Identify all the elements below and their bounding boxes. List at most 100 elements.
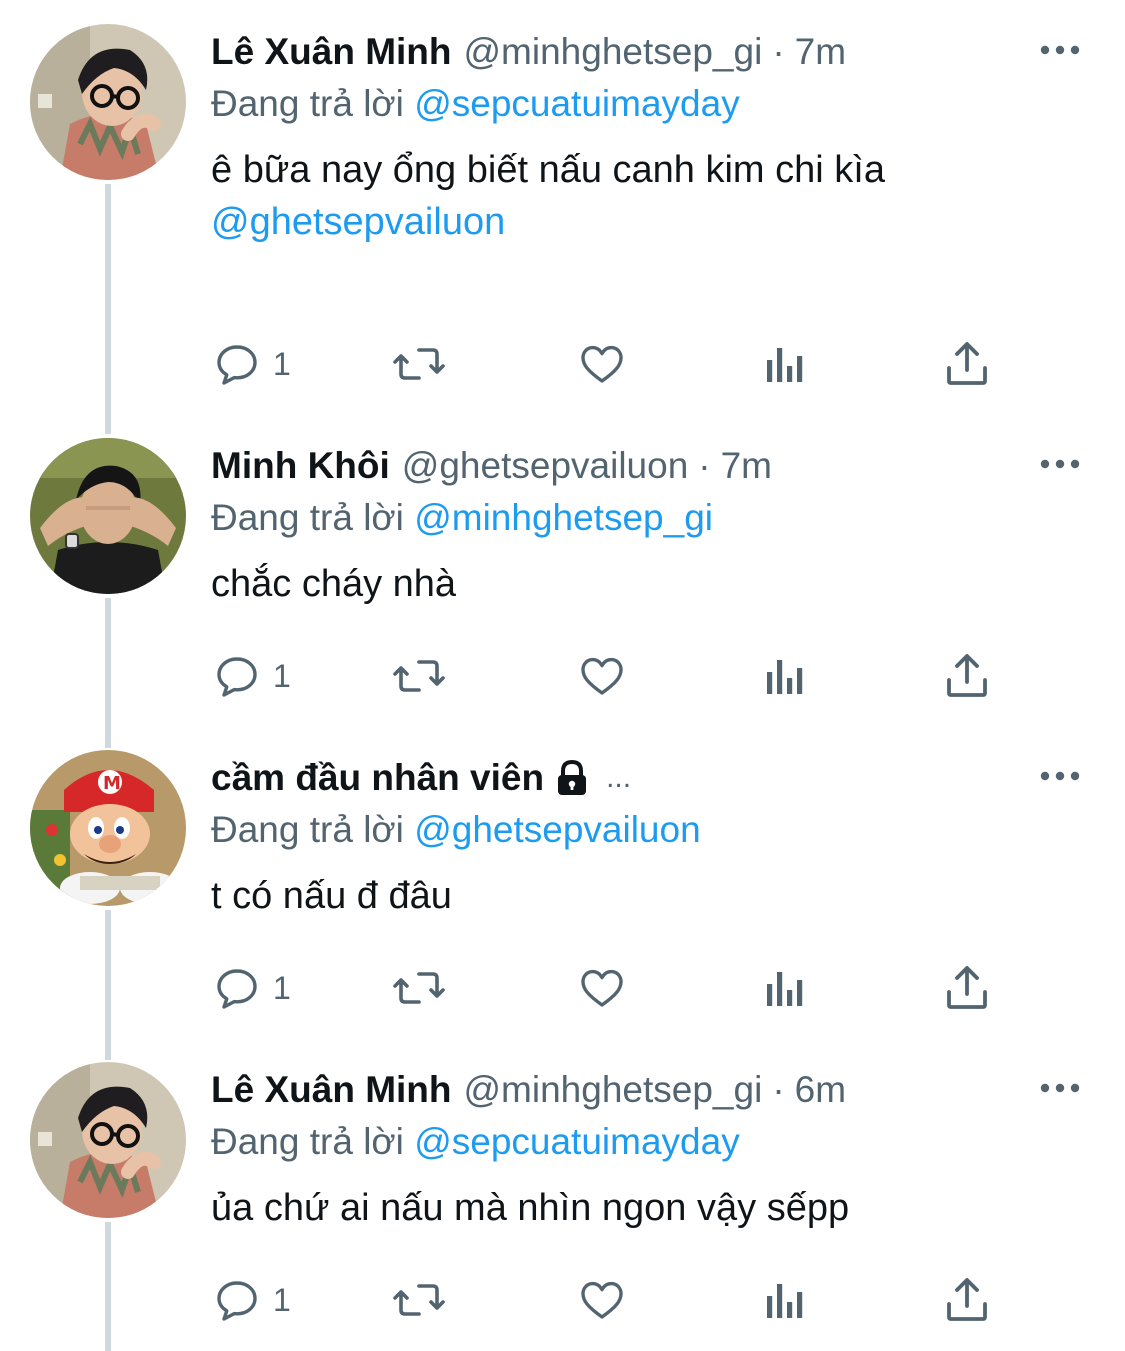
share-button[interactable] <box>945 334 989 394</box>
tweet-text: ủa chứ ai nấu mà nhìn ngon vậy sếpp <box>211 1182 1031 1234</box>
share-button[interactable] <box>945 1270 989 1330</box>
tweet[interactable]: Lê Xuân Minh @minhghetsep_gi · 6m Đang t… <box>0 1038 1125 1351</box>
retweet-icon <box>393 1284 445 1316</box>
tweet[interactable]: Lê Xuân Minh @minhghetsep_gi · 7m Đang t… <box>0 0 1125 414</box>
like-icon <box>581 969 623 1007</box>
more-icon <box>1040 45 1080 55</box>
replying-to: Đang trả lời @minhghetsep_gi <box>211 492 713 544</box>
username[interactable]: @minhghetsep_gi <box>464 1064 763 1116</box>
tweet-text: ê bữa nay ổng biết nấu canh kim chi kìa … <box>211 144 1031 248</box>
retweet-button[interactable] <box>391 1270 447 1330</box>
tweet-header: cầm đầu nhân viên ... <box>211 752 1025 804</box>
like-icon <box>581 345 623 383</box>
reply-count: 1 <box>273 969 291 1006</box>
like-icon <box>581 1281 623 1319</box>
reply-button[interactable]: 1 <box>213 334 291 394</box>
separator-dot: · <box>698 445 711 486</box>
tweet-header: Minh Khôi @ghetsepvailuon · 7m <box>211 440 1025 492</box>
retweet-icon <box>393 348 445 380</box>
avatar[interactable] <box>30 24 186 180</box>
replying-label: Đang trả lời <box>211 1121 404 1162</box>
replying-mention[interactable]: @sepcuatuimayday <box>414 1121 740 1162</box>
views-button[interactable] <box>765 646 805 706</box>
display-name[interactable]: Minh Khôi <box>211 440 390 492</box>
timestamp[interactable]: 7m <box>721 440 772 492</box>
retweet-icon <box>393 972 445 1004</box>
action-bar: 1 <box>211 958 1011 1018</box>
share-icon <box>947 1278 987 1321</box>
avatar[interactable] <box>30 1062 186 1218</box>
separator-dot: · <box>772 31 785 72</box>
action-bar: 1 <box>211 646 1011 706</box>
replying-mention[interactable]: @ghetsepvailuon <box>414 809 700 850</box>
replying-mention[interactable]: @sepcuatuimayday <box>414 83 740 124</box>
replying-to: Đang trả lời @sepcuatuimayday <box>211 1116 740 1168</box>
views-button[interactable] <box>765 1270 805 1330</box>
retweet-button[interactable] <box>391 958 447 1018</box>
share-icon <box>947 966 987 1009</box>
avatar[interactable] <box>30 438 186 594</box>
like-button[interactable] <box>577 1270 627 1330</box>
like-button[interactable] <box>577 646 627 706</box>
display-name[interactable]: Lê Xuân Minh <box>211 26 452 78</box>
display-name[interactable]: cầm đầu nhân viên <box>211 752 544 804</box>
views-icon <box>767 660 803 694</box>
reply-count: 1 <box>273 345 291 382</box>
more-icon <box>1040 1083 1080 1093</box>
username[interactable]: @minhghetsep_gi <box>464 26 763 78</box>
tweet[interactable]: M cầm đầu nhân viên ... Đang trả lời @gh… <box>0 726 1125 1038</box>
tweet-text-content: chắc cháy nhà <box>211 563 457 605</box>
replying-to: Đang trả lời @ghetsepvailuon <box>211 804 701 856</box>
more-options-button[interactable] <box>1035 756 1085 796</box>
reply-icon <box>217 1281 257 1321</box>
tweet-text: t có nấu đ đâu <box>211 870 1031 922</box>
replying-to: Đang trả lời @sepcuatuimayday <box>211 78 740 130</box>
lock-icon <box>552 758 592 798</box>
more-options-button[interactable] <box>1035 1068 1085 1108</box>
like-button[interactable] <box>577 334 627 394</box>
timestamp[interactable]: 6m <box>795 1064 846 1116</box>
tweet[interactable]: Minh Khôi @ghetsepvailuon · 7m Đang trả … <box>0 414 1125 726</box>
tweet-mention[interactable]: @ghetsepvailuon <box>211 196 1031 248</box>
action-bar: 1 <box>211 1270 1011 1330</box>
reply-icon <box>217 657 257 697</box>
views-button[interactable] <box>765 334 805 394</box>
tweet-header: Lê Xuân Minh @minhghetsep_gi · 6m <box>211 1064 1025 1116</box>
tweet-text-content: ủa chứ ai nấu mà nhìn ngon vậy sếpp <box>211 1187 850 1229</box>
action-bar: 1 <box>211 334 1011 394</box>
username[interactable]: @ghetsepvailuon <box>402 440 688 492</box>
reply-icon <box>217 969 257 1009</box>
tweet-text-content: ê bữa nay ổng biết nấu canh kim chi kìa <box>211 149 885 191</box>
replying-mention[interactable]: @minhghetsep_gi <box>414 497 713 538</box>
name-truncation: ... <box>606 761 632 794</box>
separator-dot: · <box>772 1069 785 1110</box>
display-name[interactable]: Lê Xuân Minh <box>211 1064 452 1116</box>
replying-label: Đang trả lời <box>211 83 404 124</box>
share-icon <box>947 342 987 385</box>
more-options-button[interactable] <box>1035 30 1085 70</box>
svg-text:M: M <box>103 773 121 794</box>
share-icon <box>947 654 987 697</box>
avatar[interactable]: M <box>30 750 186 906</box>
reply-count: 1 <box>273 657 291 694</box>
like-button[interactable] <box>577 958 627 1018</box>
timestamp[interactable]: 7m <box>795 26 846 78</box>
views-icon <box>767 348 803 382</box>
views-button[interactable] <box>765 958 805 1018</box>
tweet-header: Lê Xuân Minh @minhghetsep_gi · 7m <box>211 26 1025 78</box>
retweet-button[interactable] <box>391 334 447 394</box>
replying-label: Đang trả lời <box>211 809 404 850</box>
share-button[interactable] <box>945 958 989 1018</box>
views-icon <box>767 1284 803 1318</box>
reply-button[interactable]: 1 <box>213 1270 291 1330</box>
retweet-button[interactable] <box>391 646 447 706</box>
more-icon <box>1040 771 1080 781</box>
tweet-text-content: t có nấu đ đâu <box>211 875 452 917</box>
more-options-button[interactable] <box>1035 444 1085 484</box>
reply-button[interactable]: 1 <box>213 958 291 1018</box>
replying-label: Đang trả lời <box>211 497 404 538</box>
share-button[interactable] <box>945 646 989 706</box>
reply-button[interactable]: 1 <box>213 646 291 706</box>
retweet-icon <box>393 660 445 692</box>
reply-count: 1 <box>273 1281 291 1318</box>
